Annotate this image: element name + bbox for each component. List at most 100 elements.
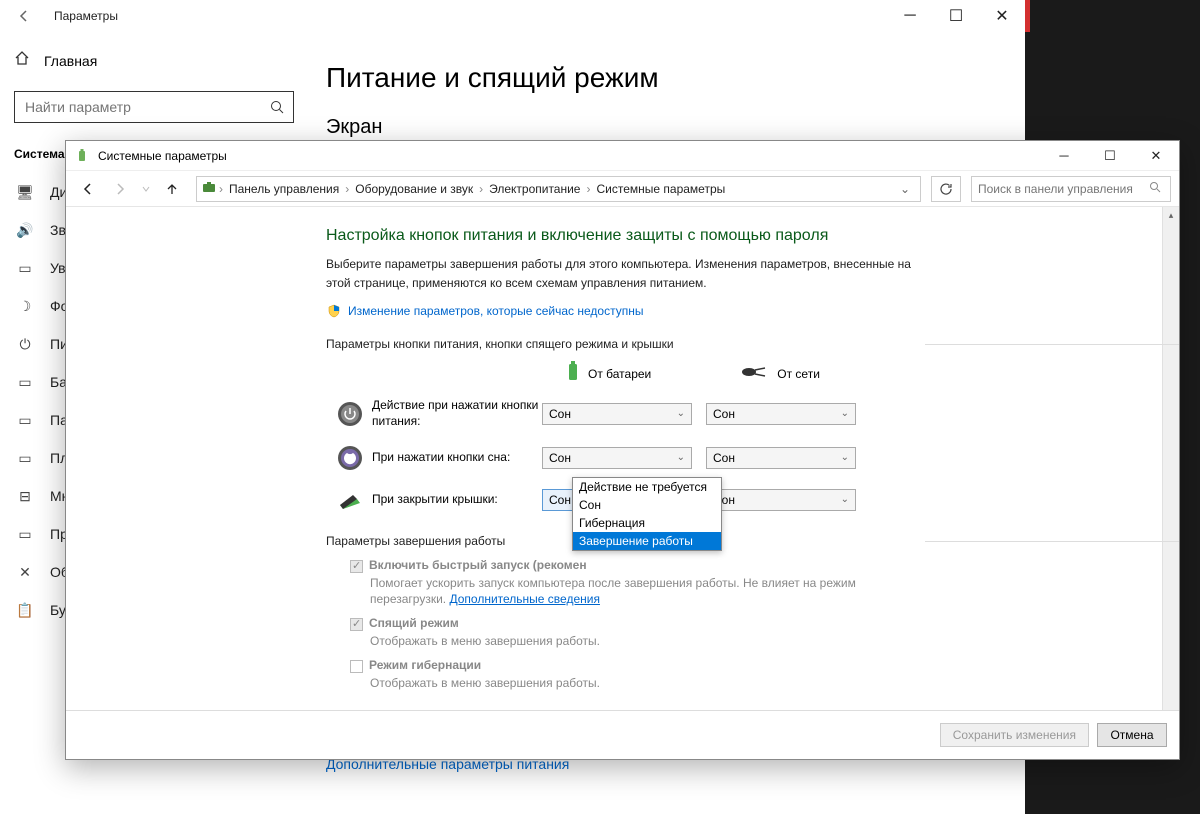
row-label: При нажатии кнопки сна:: [372, 450, 542, 466]
hibernate-desc: Отображать в меню завершения работы.: [370, 675, 919, 692]
sidebar-item-icon: ⏻: [16, 336, 34, 353]
sidebar-item-icon: 🖥: [16, 184, 34, 201]
chevron-right-icon: ›: [345, 182, 349, 196]
settings-search-input[interactable]: [15, 99, 261, 115]
minimize-button[interactable]: ─: [887, 0, 933, 32]
battery-icon: [566, 361, 580, 386]
sleep-button-ac-select[interactable]: Сон⌄: [706, 447, 856, 469]
change-unavailable-link[interactable]: Изменение параметров, которые сейчас нед…: [348, 304, 644, 318]
dropdown-option[interactable]: Сон: [573, 496, 721, 514]
sidebar-item-icon: ⊟: [16, 488, 34, 505]
nav-back-button[interactable]: [74, 176, 102, 202]
settings-titlebar: Параметры ─ ☐ ✕: [0, 0, 1025, 32]
ac-label: От сети: [777, 367, 820, 381]
power-options-icon: [74, 148, 90, 164]
sidebar-item-icon: 📋: [16, 602, 34, 619]
cp-root-icon: [201, 179, 217, 198]
checkbox-icon: [350, 560, 363, 573]
chevron-down-icon: ⌄: [841, 452, 849, 463]
uac-link-row: Изменение параметров, которые сейчас нед…: [326, 303, 919, 319]
row-label: При закрытии крышки:: [372, 492, 542, 508]
cp-button-row: Сохранить изменения Отмена: [66, 710, 1179, 759]
sidebar-item-icon: ▭: [16, 412, 34, 429]
lid-battery-dropdown[interactable]: Действие не требуется Сон Гибернация Зав…: [572, 477, 722, 551]
sidebar-item-icon: ✕: [16, 564, 34, 581]
maximize-button[interactable]: ☐: [933, 0, 979, 32]
cp-maximize-button[interactable]: ☐: [1087, 141, 1133, 171]
crumb-item[interactable]: Оборудование и звук: [351, 182, 477, 196]
window-controls: ─ ☐ ✕: [887, 0, 1025, 32]
cancel-button[interactable]: Отмена: [1097, 723, 1167, 747]
hibernate-checkbox: Режим гибернации: [350, 658, 919, 673]
recent-dropdown-button[interactable]: [138, 176, 154, 202]
home-label: Главная: [44, 53, 97, 69]
sleep-label: Спящий режим: [369, 616, 459, 630]
chevron-right-icon: ›: [219, 182, 223, 196]
cp-search-input[interactable]: [978, 182, 1146, 196]
power-button-icon: [336, 400, 364, 428]
sleep-button-icon: [336, 444, 364, 472]
fast-startup-label: Включить быстрый запуск (рекомен: [369, 558, 587, 572]
fast-startup-desc: Помогает ускорить запуск компьютера посл…: [370, 575, 919, 609]
chevron-down-icon: ⌄: [677, 452, 685, 463]
close-button[interactable]: ✕: [979, 0, 1025, 32]
shield-icon: [326, 303, 342, 319]
power-button-battery-select[interactable]: Сон⌄: [542, 403, 692, 425]
chevron-right-icon: ›: [479, 182, 483, 196]
cp-content: ▴ Настройка кнопок питания и включение з…: [66, 207, 1179, 710]
crumb-item[interactable]: Панель управления: [225, 182, 343, 196]
scrollbar[interactable]: ▴: [1162, 207, 1179, 710]
chevron-right-icon: ›: [586, 182, 590, 196]
chevron-down-icon: ⌄: [841, 408, 849, 419]
sidebar-item-icon: ▭: [16, 260, 34, 277]
crumb-item[interactable]: Системные параметры: [592, 182, 729, 196]
chevron-down-icon: ⌄: [841, 494, 849, 505]
sleep-checkbox: Спящий режим: [350, 616, 919, 631]
arrow-left-icon: [17, 9, 31, 23]
breadcrumb[interactable]: › Панель управления › Оборудование и зву…: [196, 176, 921, 202]
cp-window-controls: ─ ☐ ✕: [1041, 141, 1179, 171]
nav-forward-button[interactable]: [106, 176, 134, 202]
back-button[interactable]: [12, 4, 36, 28]
lid-icon: [336, 486, 364, 514]
ac-plug-icon: [741, 365, 769, 382]
sleep-button-battery-select[interactable]: Сон⌄: [542, 447, 692, 469]
sidebar-item-icon: ☽: [16, 298, 34, 315]
fast-startup-checkbox: Включить быстрый запуск (рекомен: [350, 558, 919, 573]
cp-window-title: Системные параметры: [98, 149, 227, 163]
power-source-header: От батареи От сети: [566, 361, 919, 386]
power-row: Действие при нажатии кнопки питания: Сон…: [326, 398, 919, 429]
sidebar-item-icon: ▭: [16, 374, 34, 391]
cp-minimize-button[interactable]: ─: [1041, 141, 1087, 171]
settings-search[interactable]: [14, 91, 294, 123]
cp-navbar: › Панель управления › Оборудование и зву…: [66, 171, 1179, 207]
control-panel-window: Системные параметры ─ ☐ ✕ › Панель управ…: [65, 140, 1180, 760]
battery-label: От батареи: [588, 367, 651, 381]
cp-search[interactable]: [971, 176, 1171, 202]
row-label: Действие при нажатии кнопки питания:: [372, 398, 542, 429]
chevron-down-icon: ⌄: [677, 408, 685, 419]
sidebar-home[interactable]: Главная: [14, 46, 290, 75]
sleep-desc: Отображать в меню завершения работы.: [370, 633, 919, 650]
dropdown-option[interactable]: Действие не требуется: [573, 478, 721, 496]
refresh-button[interactable]: [931, 176, 961, 202]
page-title: Питание и спящий режим: [326, 62, 999, 94]
checkbox-icon: [350, 618, 363, 631]
hibernate-label: Режим гибернации: [369, 658, 481, 672]
dropdown-option[interactable]: Завершение работы: [573, 532, 721, 550]
dropdown-option[interactable]: Гибернация: [573, 514, 721, 532]
cp-close-button[interactable]: ✕: [1133, 141, 1179, 171]
save-button[interactable]: Сохранить изменения: [940, 723, 1089, 747]
cp-titlebar: Системные параметры ─ ☐ ✕: [66, 141, 1179, 171]
scroll-up-icon[interactable]: ▴: [1163, 207, 1179, 224]
sidebar-item-icon: 🔊: [16, 222, 34, 239]
section-title: Экран: [326, 116, 999, 139]
power-button-ac-select[interactable]: Сон⌄: [706, 403, 856, 425]
crumb-item[interactable]: Электропитание: [485, 182, 584, 196]
crumb-history-button[interactable]: ⌄: [894, 182, 916, 196]
more-info-link[interactable]: Дополнительные сведения: [449, 592, 599, 606]
lid-ac-select[interactable]: Сон⌄: [706, 489, 856, 511]
search-icon: [1146, 180, 1164, 198]
cp-description: Выберите параметры завершения работы для…: [326, 255, 919, 293]
nav-up-button[interactable]: [158, 176, 186, 202]
